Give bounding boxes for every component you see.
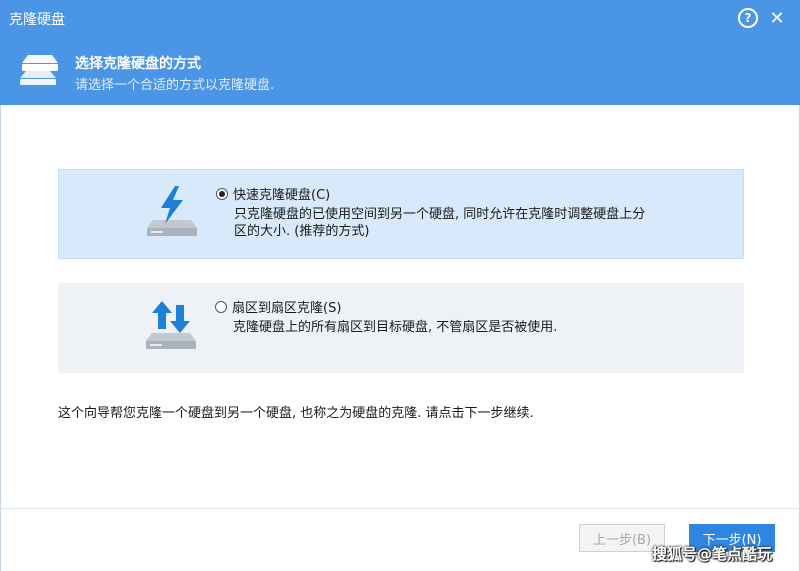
option-fast-clone[interactable]: 快速克隆硬盘(C) 只克隆硬盘的已使用空间到另一个硬盘, 同时允许在克隆时调整硬…: [58, 169, 744, 259]
radio-selected-dot: [219, 190, 225, 197]
close-icon: ✕: [769, 7, 785, 29]
window-title: 克隆硬盘: [9, 12, 65, 28]
header-subtitle: 请选择一个合适的方式以克隆硬盘.: [75, 78, 275, 93]
option-fast-clone-label: 快速克隆硬盘(C): [233, 188, 331, 203]
wizard-header: 选择克隆硬盘的方式 请选择一个合适的方式以克隆硬盘.: [0, 37, 800, 105]
option-fast-clone-description: 只克隆硬盘的已使用空间到另一个硬盘, 同时允许在克隆时调整硬盘上分区的大小. (…: [234, 207, 646, 239]
close-button[interactable]: ✕: [764, 5, 790, 31]
watermark: 搜狐号@笔点酷玩: [652, 545, 773, 563]
radio-fast-clone[interactable]: [216, 187, 228, 200]
option-sector-clone-radio-row[interactable]: 扇区到扇区克隆(S): [215, 297, 341, 316]
lightning-disk-icon: [147, 186, 197, 236]
header-title: 选择克隆硬盘的方式: [75, 56, 201, 72]
arrows-disk-icon: [146, 301, 196, 349]
help-button[interactable]: ?: [735, 5, 761, 31]
option-fast-clone-radio-row[interactable]: 快速克隆硬盘(C): [216, 184, 330, 203]
radio-sector-clone[interactable]: [215, 300, 227, 313]
option-sector-clone[interactable]: 扇区到扇区克隆(S) 克隆硬盘上的所有扇区到目标硬盘, 不管扇区是否被使用.: [58, 283, 744, 373]
option-sector-clone-description: 克隆硬盘上的所有扇区到目标硬盘, 不管扇区是否被使用.: [233, 320, 558, 335]
wizard-instruction: 这个向导帮您克隆一个硬盘到另一个硬盘, 也称之为硬盘的克隆. 请点击下一步继续.: [58, 406, 534, 421]
help-icon: ?: [738, 8, 758, 28]
title-bar: 克隆硬盘 ? ✕: [0, 0, 800, 37]
option-sector-clone-label: 扇区到扇区克隆(S): [232, 301, 342, 316]
footer-divider: [1, 508, 799, 509]
disk-stack-icon: [20, 55, 58, 85]
